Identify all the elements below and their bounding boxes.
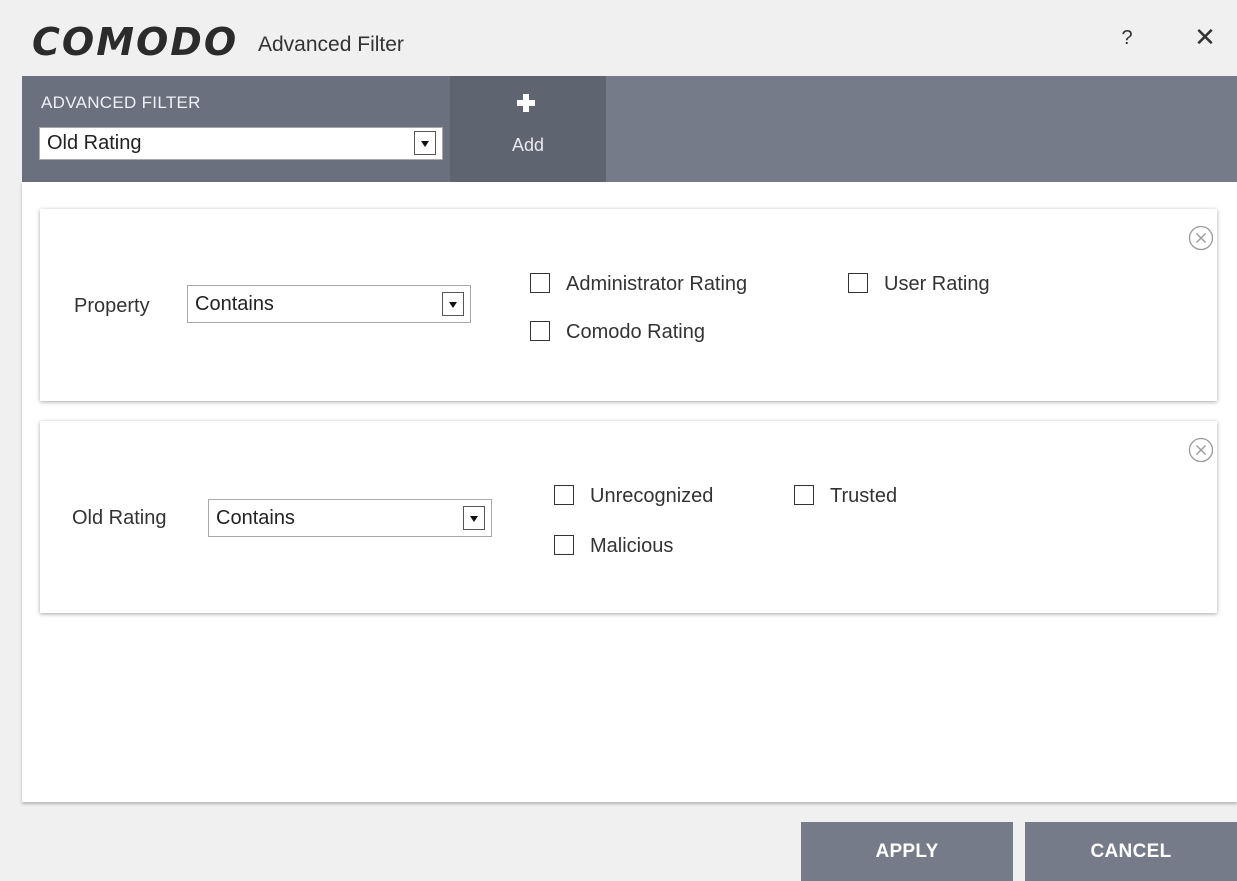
filter-type-value: Old Rating [47,132,142,154]
filter-list-panel: Property Contains Administrator Rating U… [22,182,1237,802]
property-operator-value: Contains [195,293,274,315]
checkbox-label: Unrecognized [590,485,714,507]
chevron-down-icon[interactable] [442,292,464,316]
window-title: Advanced Filter [258,33,404,56]
property-label: Property [74,295,150,317]
filter-card-property: Property Contains Administrator Rating U… [40,209,1217,401]
add-label: Add [511,135,545,155]
old-rating-operator-select[interactable]: Contains [208,499,492,537]
trusted-checkbox[interactable]: Trusted [794,484,897,510]
title-bar: COMODO Advanced Filter ? ✕ [0,0,1237,76]
remove-circle-icon[interactable] [1188,225,1214,251]
comodo-rating-checkbox[interactable]: Comodo Rating [530,320,705,346]
checkbox-box[interactable] [848,273,868,293]
apply-button[interactable]: APPLY [801,822,1013,881]
checkbox-box[interactable] [530,273,550,293]
property-operator-select[interactable]: Contains [187,285,471,323]
unrecognized-checkbox[interactable]: Unrecognized [554,484,713,510]
chevron-down-icon[interactable] [414,131,436,155]
advanced-filter-section: ADVANCED FILTER Old Rating [22,76,450,182]
remove-circle-icon[interactable] [1188,437,1214,463]
checkbox-box[interactable] [554,535,574,555]
add-button[interactable]: Add [450,76,606,182]
checkbox-label: Administrator Rating [566,273,748,295]
comodo-logo: COMODO [32,20,239,64]
checkbox-label: Malicious [590,535,674,557]
checkbox-label: Comodo Rating [566,321,705,343]
help-button[interactable]: ? [1115,24,1139,52]
old-rating-operator-value: Contains [216,507,295,529]
plus-icon [517,94,535,112]
checkbox-label: Trusted [830,485,898,507]
filter-type-select[interactable]: Old Rating [39,127,443,160]
advanced-filter-label: ADVANCED FILTER [41,93,201,112]
checkbox-box[interactable] [794,485,814,505]
old-rating-label: Old Rating [72,507,167,529]
checkbox-box[interactable] [554,485,574,505]
checkbox-box[interactable] [530,321,550,341]
chevron-down-icon[interactable] [463,506,485,530]
malicious-checkbox[interactable]: Malicious [554,534,673,560]
administrator-rating-checkbox[interactable]: Administrator Rating [530,272,747,298]
filter-header: ADVANCED FILTER Old Rating Add [22,76,1237,182]
close-button[interactable]: ✕ [1190,22,1220,52]
checkbox-label: User Rating [884,273,990,295]
filter-card-old-rating: Old Rating Contains Unrecognized Trusted… [40,421,1217,613]
user-rating-checkbox[interactable]: User Rating [848,272,990,298]
cancel-button[interactable]: CANCEL [1025,822,1237,881]
